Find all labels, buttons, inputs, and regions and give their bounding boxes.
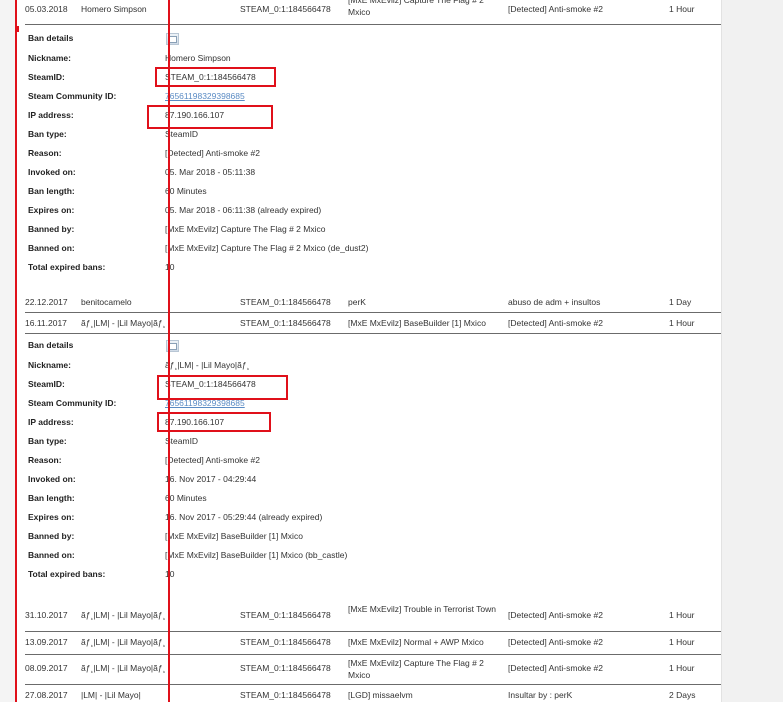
ban-length: 1 Hour — [669, 637, 695, 647]
value-reason: [Detected] Anti-smoke #2 — [165, 455, 260, 465]
ban-length: 1 Day — [669, 297, 692, 307]
server-name: [MxE MxEvilz] Capture The Flag # 2 Mxico — [348, 0, 484, 17]
steamid: STEAM_0:1:184566478 — [240, 610, 331, 620]
value-invoked: 05. Mar 2018 - 05:11:38 — [165, 167, 256, 177]
value-banned-on: [MxE MxEvilz] Capture The Flag # 2 Mxico… — [165, 243, 369, 253]
server-name: [MxE MxEvilz] Trouble in Terrorist Town — [348, 604, 497, 614]
ban-reason: abuso de adm + insultos — [508, 297, 601, 307]
value-expires: 05. Mar 2018 - 06:11:38 (already expired… — [165, 205, 322, 215]
server-name: [MxE MxEvilz] BaseBuilder [1] Mxico — [348, 318, 486, 328]
steamid: STEAM_0:1:184566478 — [240, 637, 331, 647]
server-name: perK — [348, 297, 366, 307]
value-banned-on: [MxE MxEvilz] BaseBuilder [1] Mxico (bb_… — [165, 550, 348, 560]
annotation-steamid-box-2 — [157, 375, 288, 400]
value-banned-by: [MxE MxEvilz] Capture The Flag # 2 Mxico — [165, 224, 326, 234]
ban-length: 2 Days — [669, 690, 696, 700]
ban-reason: Insultar by : perK — [508, 690, 573, 700]
server-name: [LGD] missaelvm — [348, 690, 413, 700]
annotation-marker — [15, 26, 19, 32]
value-ban-length: 60 Minutes — [165, 186, 207, 196]
value-invoked: 16. Nov 2017 - 04:29:44 — [165, 474, 257, 484]
ban-length: 1 Hour — [669, 610, 695, 620]
ban-reason: [Detected] Anti-smoke #2 — [508, 318, 603, 328]
value-ban-length: 60 Minutes — [165, 493, 207, 503]
ban-reason: [Detected] Anti-smoke #2 — [508, 663, 603, 673]
ban-reason: [Detected] Anti-smoke #2 — [508, 610, 603, 620]
value-banned-by: [MxE MxEvilz] BaseBuilder [1] Mxico — [165, 531, 303, 541]
server-name: [MxE MxEvilz] Normal + AWP Mxico — [348, 637, 484, 647]
steamid: STEAM_0:1:184566478 — [240, 318, 331, 328]
value-expires: 16. Nov 2017 - 05:29:44 (already expired… — [165, 512, 323, 522]
annotation-steamid-box-1 — [155, 67, 276, 87]
steamid: STEAM_0:1:184566478 — [240, 663, 331, 673]
annotation-ip-box-2 — [157, 412, 271, 432]
right-margin — [721, 0, 783, 702]
community-id-link[interactable]: 76561198329398685 — [165, 91, 245, 101]
ban-reason: [Detected] Anti-smoke #2 — [508, 4, 603, 14]
value-nickname: ãƒ¸|LM| - |Lil Mayo|ãƒ¸ — [165, 360, 250, 370]
server-name: [MxE MxEvilz] Capture The Flag # 2 Mxico — [348, 658, 484, 680]
ban-reason: [Detected] Anti-smoke #2 — [508, 637, 603, 647]
ban-length: 1 Hour — [669, 4, 695, 14]
value-nickname: Homero Simpson — [165, 53, 231, 63]
steamid: STEAM_0:1:184566478 — [240, 690, 331, 700]
steamid: STEAM_0:1:184566478 — [240, 297, 331, 307]
ban-length: 1 Hour — [669, 663, 695, 673]
value-reason: [Detected] Anti-smoke #2 — [165, 148, 260, 158]
steamid: STEAM_0:1:184566478 — [240, 4, 331, 14]
annotation-ip-box-1 — [147, 105, 273, 129]
ban-length: 1 Hour — [669, 318, 695, 328]
